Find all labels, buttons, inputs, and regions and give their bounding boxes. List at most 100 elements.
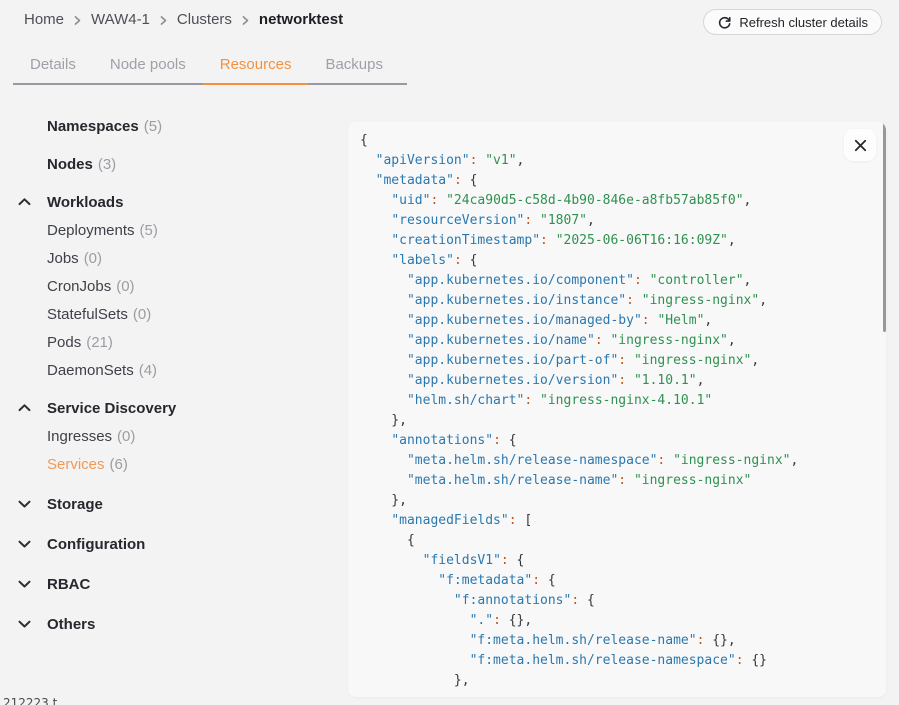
- code-line: {: [360, 131, 878, 151]
- code-line: "helm.sh/chart": "ingress-nginx-4.10.1": [360, 391, 878, 411]
- sidebar-item-count: (0): [117, 428, 135, 445]
- sidebar-item-label: Workloads: [47, 194, 123, 211]
- code-line: "f:meta.helm.sh/release-name": {},: [360, 631, 878, 651]
- code-line: "apiVersion": "v1",: [360, 151, 878, 171]
- sidebar-item-count: (0): [133, 306, 151, 323]
- code-line: {: [360, 531, 878, 551]
- sidebar-item-others[interactable]: Others: [0, 610, 340, 638]
- code-line: ".": {},: [360, 611, 878, 631]
- sidebar-item-label: Pods: [47, 334, 81, 351]
- sidebar-item-label: Nodes: [47, 156, 93, 173]
- code-line: "app.kubernetes.io/component": "controll…: [360, 271, 878, 291]
- resource-tree-sidebar: Namespaces (5) Nodes (3) Workloads Deployment…: [0, 112, 340, 638]
- sidebar-item-label: Storage: [47, 496, 103, 513]
- sidebar-item-count: (5): [144, 118, 162, 135]
- close-button[interactable]: [844, 129, 876, 161]
- code-line: "app.kubernetes.io/version": "1.10.1",: [360, 371, 878, 391]
- refresh-icon: [717, 15, 732, 30]
- code-line: "fieldsV1": {: [360, 551, 878, 571]
- sidebar-item-storage[interactable]: Storage: [0, 490, 340, 518]
- chevron-down-icon: [18, 540, 31, 549]
- chevron-right-icon: [159, 15, 168, 26]
- sidebar-item-label: Service Discovery: [47, 400, 176, 417]
- resource-json-code: { "apiVersion": "v1", "metadata": { "uid…: [348, 122, 886, 691]
- refresh-cluster-details-button[interactable]: Refresh cluster details: [703, 9, 882, 35]
- sidebar-item-pods[interactable]: Pods (21): [0, 328, 340, 356]
- sidebar-item-label: Deployments: [47, 222, 135, 239]
- close-icon: [853, 138, 868, 153]
- sidebar-item-deployments[interactable]: Deployments (5): [0, 216, 340, 244]
- refresh-button-label: Refresh cluster details: [739, 15, 868, 30]
- sidebar-item-label: Namespaces: [47, 118, 139, 135]
- sidebar-item-rbac[interactable]: RBAC: [0, 570, 340, 598]
- sidebar-item-label: DaemonSets: [47, 362, 134, 379]
- chevron-down-icon: [18, 500, 31, 509]
- chevron-up-icon: [18, 404, 31, 413]
- sidebar-item-label: RBAC: [47, 576, 90, 593]
- code-line: "creationTimestamp": "2025-06-06T16:16:0…: [360, 231, 878, 251]
- breadcrumb-link-clusters[interactable]: Clusters: [177, 11, 232, 28]
- sidebar-item-count: (5): [140, 222, 158, 239]
- tab-details[interactable]: Details: [13, 46, 93, 83]
- cluster-detail-page: Home WAW4-1 Clusters networktest Refresh cl…: [0, 0, 899, 705]
- clipped-bottom-text: 212223 t: [3, 696, 57, 705]
- breadcrumb-link-waw4-1[interactable]: WAW4-1: [91, 11, 150, 28]
- code-line: "app.kubernetes.io/part-of": "ingress-ng…: [360, 351, 878, 371]
- sidebar-item-label: Jobs: [47, 250, 79, 267]
- chevron-down-icon: [18, 580, 31, 589]
- sidebar-item-statefulsets[interactable]: StatefulSets (0): [0, 300, 340, 328]
- sidebar-item-jobs[interactable]: Jobs (0): [0, 244, 340, 272]
- breadcrumb: Home WAW4-1 Clusters networktest: [24, 11, 343, 28]
- code-line: "uid": "24ca90d5-c58d-4b90-846e-a8fb57ab…: [360, 191, 878, 211]
- code-line: "metadata": {: [360, 171, 878, 191]
- code-line: "resourceVersion": "1807",: [360, 211, 878, 231]
- sidebar-item-label: Services: [47, 456, 105, 473]
- sidebar-item-count: (6): [110, 456, 128, 473]
- sidebar-item-services[interactable]: Services (6): [0, 450, 340, 478]
- code-line: "f:annotations": {: [360, 591, 878, 611]
- code-line: "meta.helm.sh/release-namespace": "ingre…: [360, 451, 878, 471]
- sidebar-item-cronjobs[interactable]: CronJobs (0): [0, 272, 340, 300]
- sidebar-item-count: (3): [98, 156, 116, 173]
- tab-node-pools[interactable]: Node pools: [93, 46, 203, 83]
- panel-scrollbar-thumb[interactable]: [883, 122, 886, 332]
- sidebar-item-label: Configuration: [47, 536, 145, 553]
- sidebar-item-count: (0): [84, 250, 102, 267]
- sidebar-item-configuration[interactable]: Configuration: [0, 530, 340, 558]
- code-line: "f:metadata": {: [360, 571, 878, 591]
- sidebar-item-label: Others: [47, 616, 95, 633]
- chevron-up-icon: [18, 198, 31, 207]
- sidebar-item-daemonsets[interactable]: DaemonSets (4): [0, 356, 340, 384]
- sidebar-item-ingresses[interactable]: Ingresses (0): [0, 422, 340, 450]
- sidebar-item-service-discovery[interactable]: Service Discovery: [0, 394, 340, 422]
- sidebar-item-label: StatefulSets: [47, 306, 128, 323]
- breadcrumb-current: networktest: [259, 11, 343, 28]
- sidebar-item-namespaces[interactable]: Namespaces (5): [0, 112, 340, 140]
- code-line: },: [360, 491, 878, 511]
- sidebar-item-count: (21): [86, 334, 113, 351]
- chevron-right-icon: [241, 15, 250, 26]
- resource-json-panel: { "apiVersion": "v1", "metadata": { "uid…: [348, 122, 886, 697]
- code-line: },: [360, 671, 878, 691]
- tab-resources[interactable]: Resources: [203, 46, 309, 83]
- code-line: "managedFields": [: [360, 511, 878, 531]
- sidebar-item-nodes[interactable]: Nodes (3): [0, 150, 340, 178]
- tab-bar: DetailsNode poolsResourcesBackups: [13, 46, 407, 85]
- sidebar-item-workloads[interactable]: Workloads: [0, 188, 340, 216]
- code-line: "annotations": {: [360, 431, 878, 451]
- sidebar-item-label: Ingresses: [47, 428, 112, 445]
- code-line: "app.kubernetes.io/instance": "ingress-n…: [360, 291, 878, 311]
- sidebar-item-count: (0): [116, 278, 134, 295]
- sidebar-item-label: CronJobs: [47, 278, 111, 295]
- tab-backups[interactable]: Backups: [308, 46, 400, 83]
- breadcrumb-link-home[interactable]: Home: [24, 11, 64, 28]
- chevron-right-icon: [73, 15, 82, 26]
- sidebar-item-count: (4): [139, 362, 157, 379]
- code-line: "app.kubernetes.io/name": "ingress-nginx…: [360, 331, 878, 351]
- code-line: },: [360, 411, 878, 431]
- code-line: "app.kubernetes.io/managed-by": "Helm",: [360, 311, 878, 331]
- code-line: "meta.helm.sh/release-name": "ingress-ng…: [360, 471, 878, 491]
- code-line: "labels": {: [360, 251, 878, 271]
- chevron-down-icon: [18, 620, 31, 629]
- code-line: "f:meta.helm.sh/release-namespace": {}: [360, 651, 878, 671]
